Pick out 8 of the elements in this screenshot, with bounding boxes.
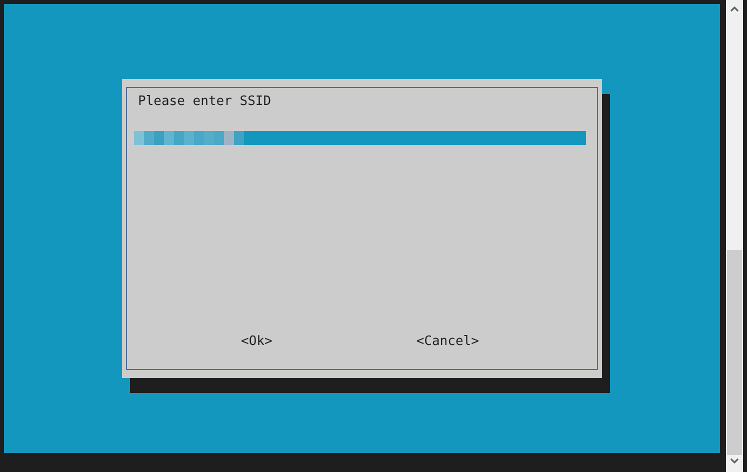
dialog-button[interactable]: <Cancel> [416, 334, 479, 349]
prompt-text: Please enter SSID [137, 94, 272, 109]
scroll-up-icon[interactable] [730, 6, 739, 12]
scrollbar[interactable] [726, 0, 743, 472]
dialog-button[interactable]: <Ok> [241, 334, 272, 349]
input-field[interactable] [134, 131, 586, 145]
scroll-down-icon[interactable] [730, 458, 739, 464]
scroll-thumb[interactable] [727, 250, 742, 455]
